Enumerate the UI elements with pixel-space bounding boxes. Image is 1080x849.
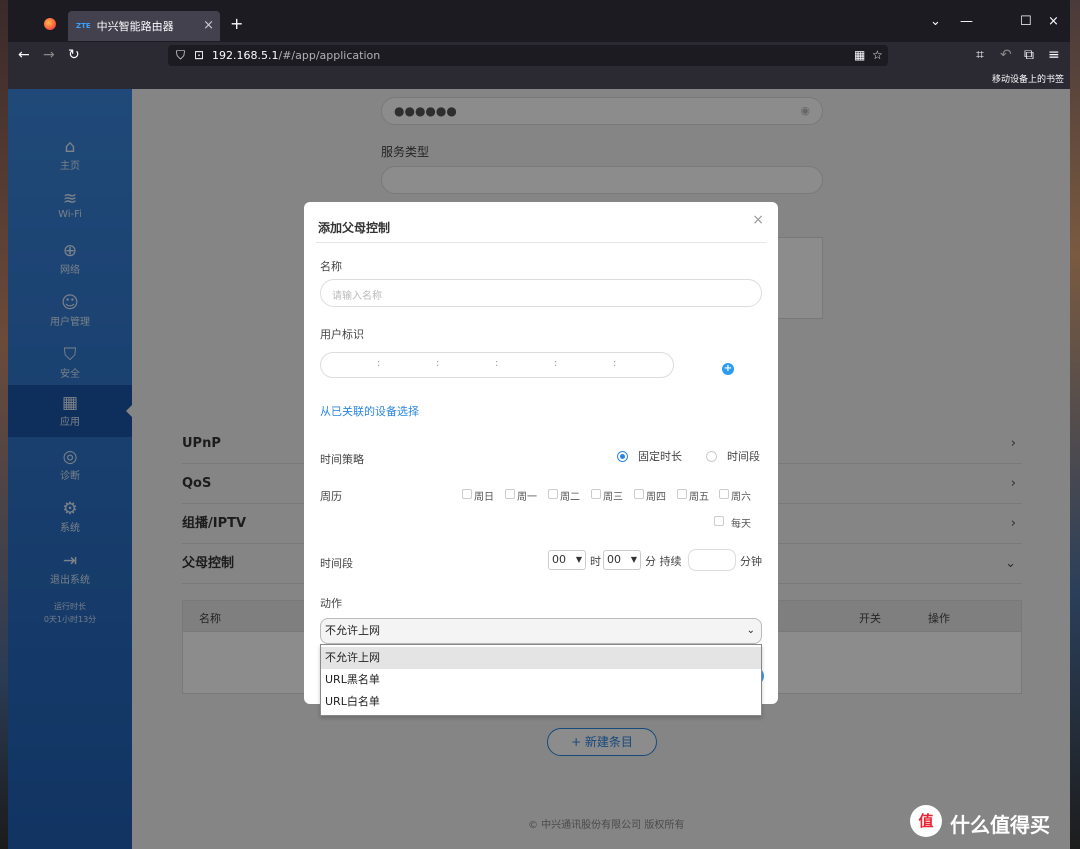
- url-host: 192.168.5.1: [212, 49, 279, 62]
- checkbox-monday[interactable]: [505, 489, 515, 499]
- close-window-icon[interactable]: ×: [1048, 14, 1059, 29]
- mac-address-input[interactable]: : : : : :: [320, 352, 674, 378]
- parental-control-dialog: 添加父母控制 × 名称 请输入名称 用户标识 : : : : : + 从已关联的…: [304, 202, 778, 716]
- minutes-unit: 分钟: [740, 555, 762, 568]
- hour-unit: 时: [590, 555, 601, 568]
- radio-time-period[interactable]: [706, 451, 717, 462]
- url-bar[interactable]: ⛉ ⊡ 192.168.5.1 /#/app/application ▦ ☆: [168, 45, 888, 66]
- router-page: ⌂ 主页 ≋ Wi-Fi ⊕ 网络 ☺ 用户管理 ⛉ 安全 ▦ 应用 ◎ 诊断 …: [8, 89, 1070, 849]
- name-label: 名称: [320, 260, 342, 273]
- name-input[interactable]: 请输入名称: [320, 279, 762, 307]
- add-plus-icon[interactable]: +: [722, 363, 734, 375]
- bookmarks-bar: 移动设备上的书签: [8, 69, 1070, 89]
- forward-icon[interactable]: →: [43, 47, 55, 63]
- action-select[interactable]: 不允许上网 ⌄: [320, 618, 762, 644]
- select-from-devices-link[interactable]: 从已关联的设备选择: [320, 403, 419, 419]
- watermark-logo: 值: [910, 805, 942, 837]
- tab-bar: ZTE 中兴智能路由器 × + ⌄ — ☐ ×: [8, 0, 1070, 42]
- action-selected-value: 不允许上网: [325, 624, 380, 637]
- name-placeholder: 请输入名称: [332, 291, 382, 302]
- checkbox-wednesday[interactable]: [591, 489, 601, 499]
- url-path: /#/app/application: [278, 49, 381, 62]
- time-range-label: 时间段: [320, 557, 353, 570]
- dropdown-option[interactable]: URL白名单: [321, 691, 761, 713]
- checkbox-friday[interactable]: [677, 489, 687, 499]
- hour-select[interactable]: 00 ▼: [548, 550, 586, 570]
- mac-separator: :: [377, 358, 381, 369]
- bookmark-star-icon[interactable]: ☆: [872, 48, 883, 62]
- browser-window: ZTE 中兴智能路由器 × + ⌄ — ☐ × ← → ↻ ⛉ ⊡ 192.16…: [8, 0, 1070, 849]
- hour-value: 00: [552, 553, 566, 566]
- radio-period-label: 时间段: [727, 450, 760, 463]
- action-dropdown: 不允许上网 URL黑名单 URL白名单: [320, 644, 762, 716]
- minute-unit: 分 持续: [645, 555, 682, 568]
- menu-icon[interactable]: ≡: [1048, 47, 1060, 63]
- checkbox-thursday[interactable]: [634, 489, 644, 499]
- action-label: 动作: [320, 597, 342, 610]
- checkbox-tuesday[interactable]: [548, 489, 558, 499]
- day-label: 周六: [731, 492, 751, 503]
- minute-value: 00: [607, 553, 621, 566]
- radio-fixed-duration[interactable]: [617, 451, 628, 462]
- mac-separator: :: [436, 358, 440, 369]
- dropdown-option[interactable]: 不允许上网: [321, 647, 761, 669]
- mac-separator: :: [495, 358, 499, 369]
- mac-separator: :: [554, 358, 558, 369]
- checkbox-saturday[interactable]: [719, 489, 729, 499]
- day-label: 周三: [603, 492, 623, 503]
- lock-icon[interactable]: ⊡: [194, 48, 204, 62]
- close-icon[interactable]: ×: [752, 212, 764, 228]
- minimize-icon[interactable]: —: [960, 14, 973, 29]
- mac-separator: :: [613, 358, 617, 369]
- minute-select[interactable]: 00 ▼: [603, 550, 641, 570]
- time-policy-label: 时间策略: [320, 453, 364, 466]
- watermark-text: 什么值得买: [950, 813, 1050, 837]
- duration-input[interactable]: [688, 549, 736, 571]
- qr-code-icon[interactable]: ▦: [854, 48, 865, 62]
- divider: [316, 242, 766, 243]
- day-label: 周二: [560, 492, 580, 503]
- calendar-label: 周历: [320, 490, 342, 503]
- day-label: 周五: [689, 492, 709, 503]
- mobile-bookmarks[interactable]: 移动设备上的书签: [992, 72, 1064, 85]
- wallpaper-right: [1070, 0, 1080, 849]
- extensions-icon[interactable]: ⧉: [1024, 47, 1034, 63]
- chevron-down-icon: ▼: [575, 555, 582, 564]
- zte-favicon: ZTE: [76, 22, 91, 30]
- reload-icon[interactable]: ↻: [68, 47, 80, 63]
- day-label: 周四: [646, 492, 666, 503]
- chevron-down-icon: ▼: [630, 555, 637, 564]
- tab-title: 中兴智能路由器: [96, 20, 174, 33]
- new-tab-icon[interactable]: +: [230, 14, 243, 33]
- nav-bar: ← → ↻ ⛉ ⊡ 192.168.5.1 /#/app/application…: [8, 42, 1070, 69]
- user-id-label: 用户标识: [320, 328, 364, 341]
- back-icon[interactable]: ←: [18, 47, 30, 63]
- screenshot-icon[interactable]: ⌗: [976, 47, 984, 63]
- everyday-label: 每天: [731, 519, 751, 530]
- firefox-icon[interactable]: [44, 18, 56, 30]
- close-tab-icon[interactable]: ×: [203, 18, 214, 33]
- chevron-down-icon[interactable]: ⌄: [930, 14, 941, 29]
- day-label: 周一: [517, 492, 537, 503]
- maximize-icon[interactable]: ☐: [1020, 14, 1032, 29]
- dialog-title: 添加父母控制: [318, 221, 391, 235]
- day-label: 周日: [474, 492, 494, 503]
- wallpaper-left: [0, 0, 8, 849]
- dropdown-option[interactable]: URL黑名单: [321, 669, 761, 691]
- undo-icon[interactable]: ↶: [1000, 47, 1012, 63]
- radio-fixed-label: 固定时长: [638, 450, 682, 463]
- checkbox-everyday[interactable]: [714, 516, 724, 526]
- shield-icon[interactable]: ⛉: [176, 48, 185, 63]
- checkbox-sunday[interactable]: [462, 489, 472, 499]
- chevron-down-icon: ⌄: [746, 625, 755, 636]
- browser-tab[interactable]: ZTE 中兴智能路由器 ×: [68, 11, 220, 41]
